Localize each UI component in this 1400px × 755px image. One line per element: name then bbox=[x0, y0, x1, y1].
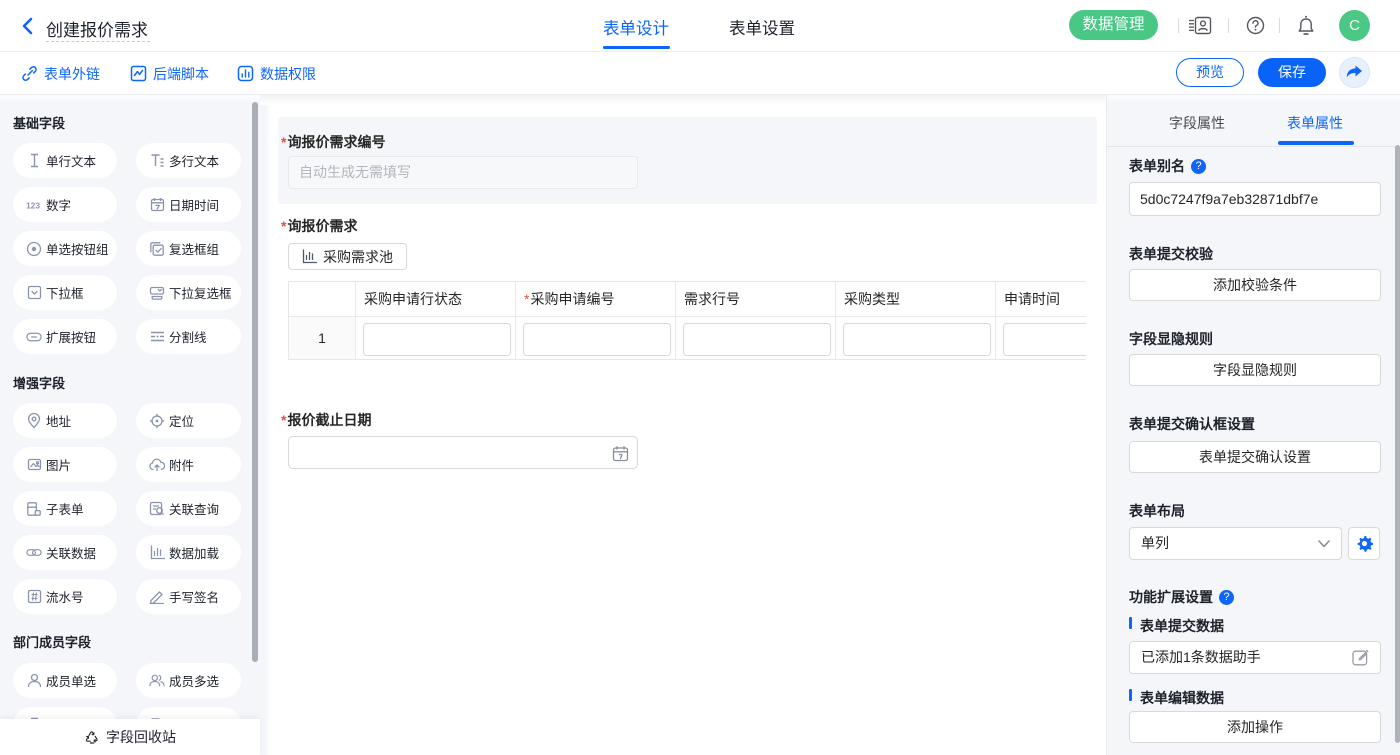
svg-text:123: 123 bbox=[26, 200, 40, 210]
